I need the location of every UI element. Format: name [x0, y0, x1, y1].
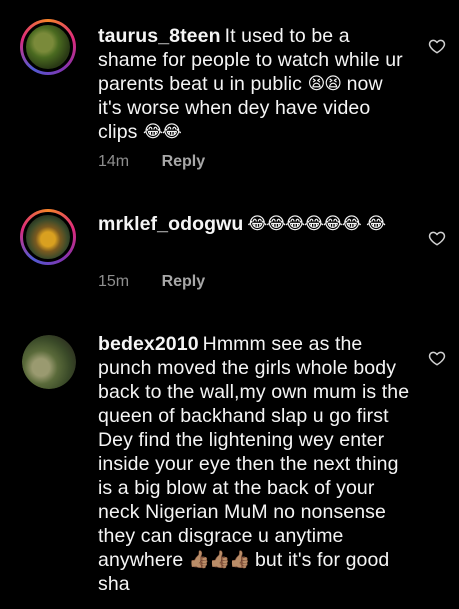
- comment-body: Hmmm see as the punch moved the girls wh…: [98, 333, 410, 571]
- heart-icon[interactable]: [428, 229, 446, 247]
- avatar[interactable]: [20, 19, 76, 75]
- comment-meta: 14m Reply: [98, 153, 205, 171]
- emoji: 😂😂😂😂😂😂: [247, 214, 361, 233]
- comment-username[interactable]: taurus_8teen: [98, 25, 221, 47]
- comment-text: mrklef_odogwu 😂😂😂😂😂😂 😂: [98, 212, 410, 236]
- reply-button[interactable]: Reply: [162, 153, 206, 170]
- comment-username[interactable]: mrklef_odogwu: [98, 213, 243, 235]
- emoji: 👍🏽👍🏽👍🏽: [188, 550, 251, 569]
- avatar[interactable]: [22, 335, 76, 389]
- emoji: 😂😂: [143, 122, 182, 141]
- comment-timestamp: 14m: [98, 153, 130, 170]
- comment-item: taurus_8teen It used to be a shame for pe…: [0, 0, 459, 190]
- heart-icon[interactable]: [428, 37, 446, 55]
- comment-item: bedex2010 Hmmm see as the punch moved the…: [0, 310, 459, 609]
- comment-text: bedex2010 Hmmm see as the punch moved the…: [98, 332, 410, 596]
- avatar[interactable]: [20, 209, 76, 265]
- comment-item: mrklef_odogwu 😂😂😂😂😂😂 😂 15m Reply: [0, 190, 459, 310]
- comment-timestamp: 15m: [98, 273, 130, 290]
- heart-icon[interactable]: [428, 349, 446, 367]
- avatar-photo-icon: [23, 212, 73, 262]
- emoji: 😫😫: [307, 74, 342, 93]
- emoji: 😂: [366, 214, 386, 233]
- comment-username[interactable]: bedex2010: [98, 333, 199, 355]
- comment-text: taurus_8teen It used to be a shame for pe…: [98, 24, 410, 144]
- reply-button[interactable]: Reply: [162, 273, 206, 290]
- avatar-photo-icon: [22, 335, 76, 389]
- comment-meta: 15m Reply: [98, 273, 205, 291]
- avatar-photo-icon: [23, 22, 73, 72]
